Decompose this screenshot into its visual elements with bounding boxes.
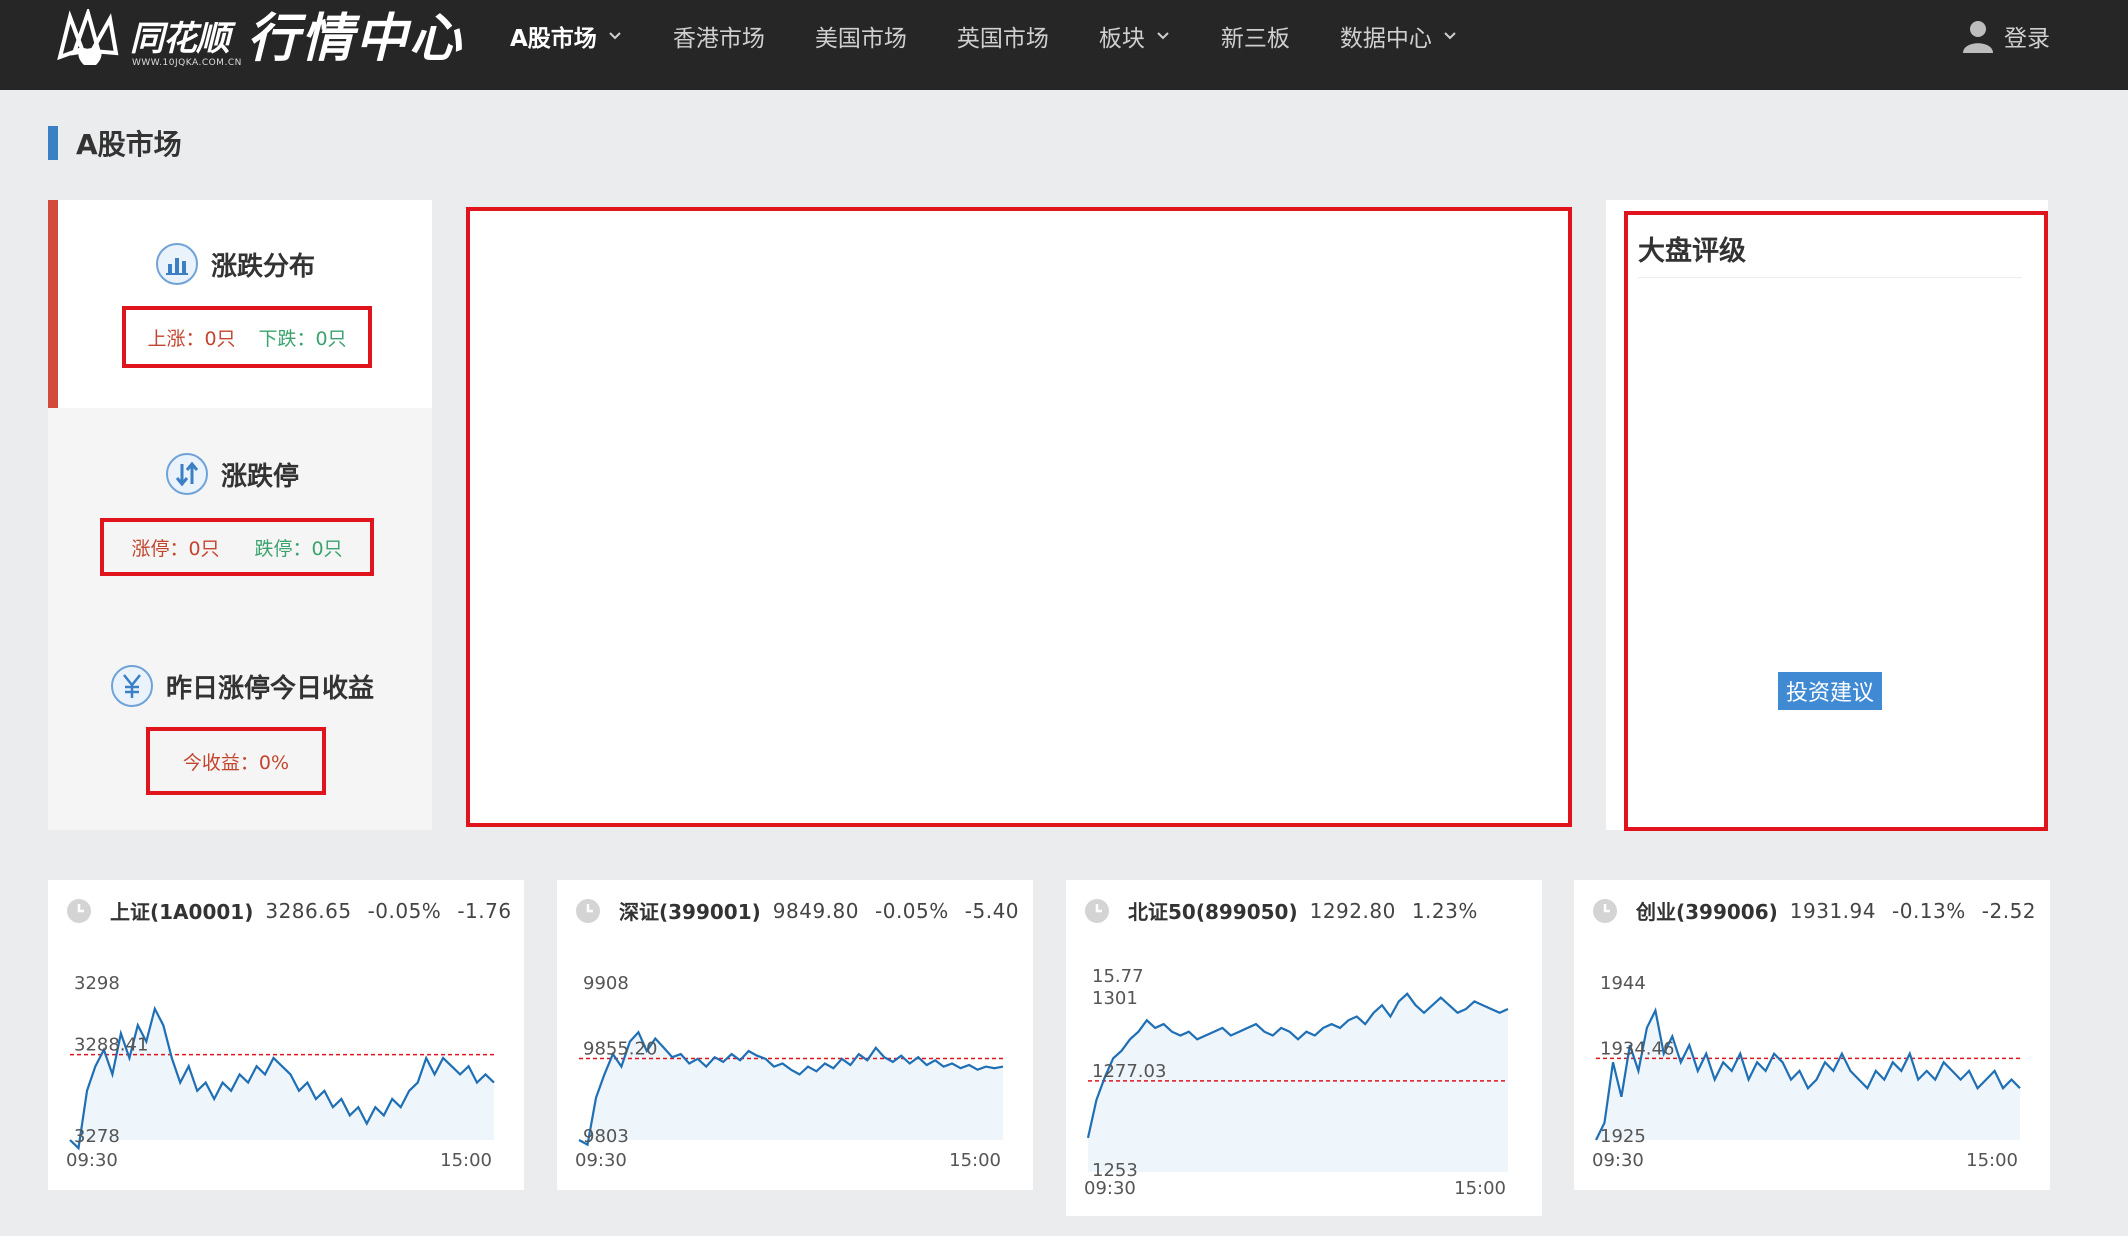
logo[interactable]: 同花顺 WWW.10JQKA.COM.CN 行情中心	[52, 8, 463, 70]
rise-count: 上涨：0只	[147, 327, 236, 350]
investment-advice-button[interactable]: 投资建议	[1778, 672, 1883, 710]
stat-distribution-title: 涨跌分布	[48, 242, 422, 286]
x-label-end: 15:00	[949, 1150, 1001, 1171]
y-label-pct: 15.77	[1092, 966, 1144, 987]
rating-title: 大盘评级	[1638, 236, 1746, 267]
logo-fan-icon	[57, 9, 119, 65]
nav-data-center[interactable]: 数据中心	[1340, 19, 1458, 53]
user-icon	[1963, 21, 1993, 53]
bar-chart-icon	[155, 243, 198, 285]
stat-limit-box: 涨停：0只 跌停：0只	[100, 518, 374, 576]
yuan-icon	[110, 665, 153, 707]
market-rating-panel: 大盘评级 投资建议	[1624, 211, 2048, 831]
y-label-mid: 9855.20	[583, 1038, 657, 1059]
nav-label: 板块	[1098, 26, 1145, 52]
intraday-chart: 15.7713011277.03125309:30 15:00	[1084, 966, 1509, 1199]
nav-hk[interactable]: 香港市场	[673, 19, 765, 53]
limit-up-count: 涨停：0只	[131, 537, 220, 560]
top-navbar: 同花顺 WWW.10JQKA.COM.CN 行情中心 A股市场 香港市场 美国市…	[0, 0, 2128, 90]
intraday-chart: 1944 1934.46 1925 09:30 15:00	[1592, 973, 2021, 1171]
x-label-start: 09:30	[1084, 1178, 1136, 1199]
y-label-high: 3298	[74, 973, 120, 994]
nav-sector[interactable]: 板块	[1099, 19, 1171, 53]
logo-brand: 同花顺	[130, 19, 230, 59]
nav-label: 英国市场	[956, 26, 1049, 52]
y-label-mid: 1277.03	[1092, 1061, 1166, 1082]
y-label-high: 9908	[583, 973, 629, 994]
main-chart-panel	[466, 207, 1572, 827]
nav-label: 新三板	[1220, 26, 1290, 52]
x-label-end: 15:00	[1966, 1150, 2018, 1171]
nav-uk[interactable]: 英国市场	[957, 19, 1049, 53]
nav-label: A股市场	[510, 26, 597, 52]
intraday-chart: 9908 9855.20 9803 09:30 15:00	[575, 973, 1004, 1171]
chevron-down-icon	[1157, 32, 1169, 40]
today-return: 今收益：0%	[182, 751, 290, 774]
index-card-cyb[interactable]: 创业(399006) 1931.94 -0.13% -2.52 1944 1934.46 1…	[1574, 880, 2050, 1190]
nav-a-share[interactable]: A股市场	[510, 19, 623, 53]
stat-yesterday-title: 昨日涨停今日收益	[50, 664, 434, 708]
stat-title: 昨日涨停今日收益	[165, 673, 374, 704]
y-label-low: 1925	[1600, 1126, 1646, 1147]
nav-neeq[interactable]: 新三板	[1221, 19, 1290, 53]
nav-label: 香港市场	[672, 26, 765, 52]
chevron-down-icon	[1444, 32, 1456, 40]
y-label-high: 1944	[1600, 973, 1646, 994]
y-label-low: 9803	[583, 1126, 629, 1147]
stat-title: 涨跌分布	[210, 251, 315, 282]
index-card-sh[interactable]: 上证(1A0001) 3286.65 -0.05% -1.76 3298 3288.41 3…	[48, 880, 524, 1190]
index-card-bj50[interactable]: 北证50(899050) 1292.80 1.23% 15.77 1301 1277.03…	[1066, 880, 1542, 1216]
y-label-low: 3278	[74, 1126, 120, 1147]
index-card-sz[interactable]: 深证(399001) 9849.80 -0.05% -5.40 9908 9855.20 9…	[557, 880, 1033, 1190]
divider	[1638, 277, 2022, 278]
price-area	[1088, 993, 1508, 1172]
x-label-end: 15:00	[1454, 1178, 1506, 1199]
stat-limit-title: 涨跌停	[40, 452, 424, 496]
stat-distribution[interactable]: 涨跌分布 上涨：0只 下跌：0只	[48, 200, 432, 408]
fall-count: 下跌：0只	[258, 327, 347, 350]
stat-title: 涨跌停	[220, 461, 299, 492]
x-label-start: 09:30	[575, 1150, 627, 1171]
chevron-down-icon	[609, 32, 621, 40]
stat-distribution-box: 上涨：0只 下跌：0只	[122, 306, 372, 368]
intraday-chart: 3298 3288.41 3278 09:30 15:00	[66, 973, 495, 1171]
y-label-mid: 3288.41	[74, 1035, 148, 1056]
login-label: 登录	[2004, 26, 2050, 52]
stat-limit[interactable]: 涨跌停 涨停：0只 跌停：0只	[48, 408, 432, 616]
page-title: A股市场	[48, 126, 182, 161]
x-label-start: 09:30	[1592, 1150, 1644, 1171]
logo-url: WWW.10JQKA.COM.CN	[132, 58, 242, 68]
market-stats-panel: 涨跌分布 上涨：0只 下跌：0只 涨跌停 涨停：0只 跌停：0只 昨日涨停今日收…	[48, 200, 432, 830]
stat-yesterday-limit[interactable]: 昨日涨停今日收益 今收益：0%	[48, 616, 432, 824]
page-title-text: A股市场	[76, 128, 182, 161]
title-accent-bar	[48, 126, 58, 160]
login-button[interactable]: 登录	[1962, 18, 2050, 54]
x-label-end: 15:00	[440, 1150, 492, 1171]
nav-label: 美国市场	[814, 26, 907, 52]
y-label-mid: 1934.46	[1600, 1038, 1674, 1059]
limit-down-count: 跌停：0只	[254, 537, 343, 560]
x-label-start: 09:30	[66, 1150, 118, 1171]
site-title: 行情中心	[247, 9, 464, 69]
price-area	[70, 1008, 494, 1149]
stat-yesterday-box: 今收益：0%	[146, 727, 326, 795]
main-nav: A股市场 香港市场 美国市场 英国市场 板块 新三板 数据中心	[510, 0, 1508, 72]
nav-us[interactable]: 美国市场	[815, 19, 907, 53]
up-down-arrows-icon	[165, 453, 208, 495]
y-label-high: 1301	[1092, 988, 1138, 1009]
nav-label: 数据中心	[1339, 26, 1432, 52]
